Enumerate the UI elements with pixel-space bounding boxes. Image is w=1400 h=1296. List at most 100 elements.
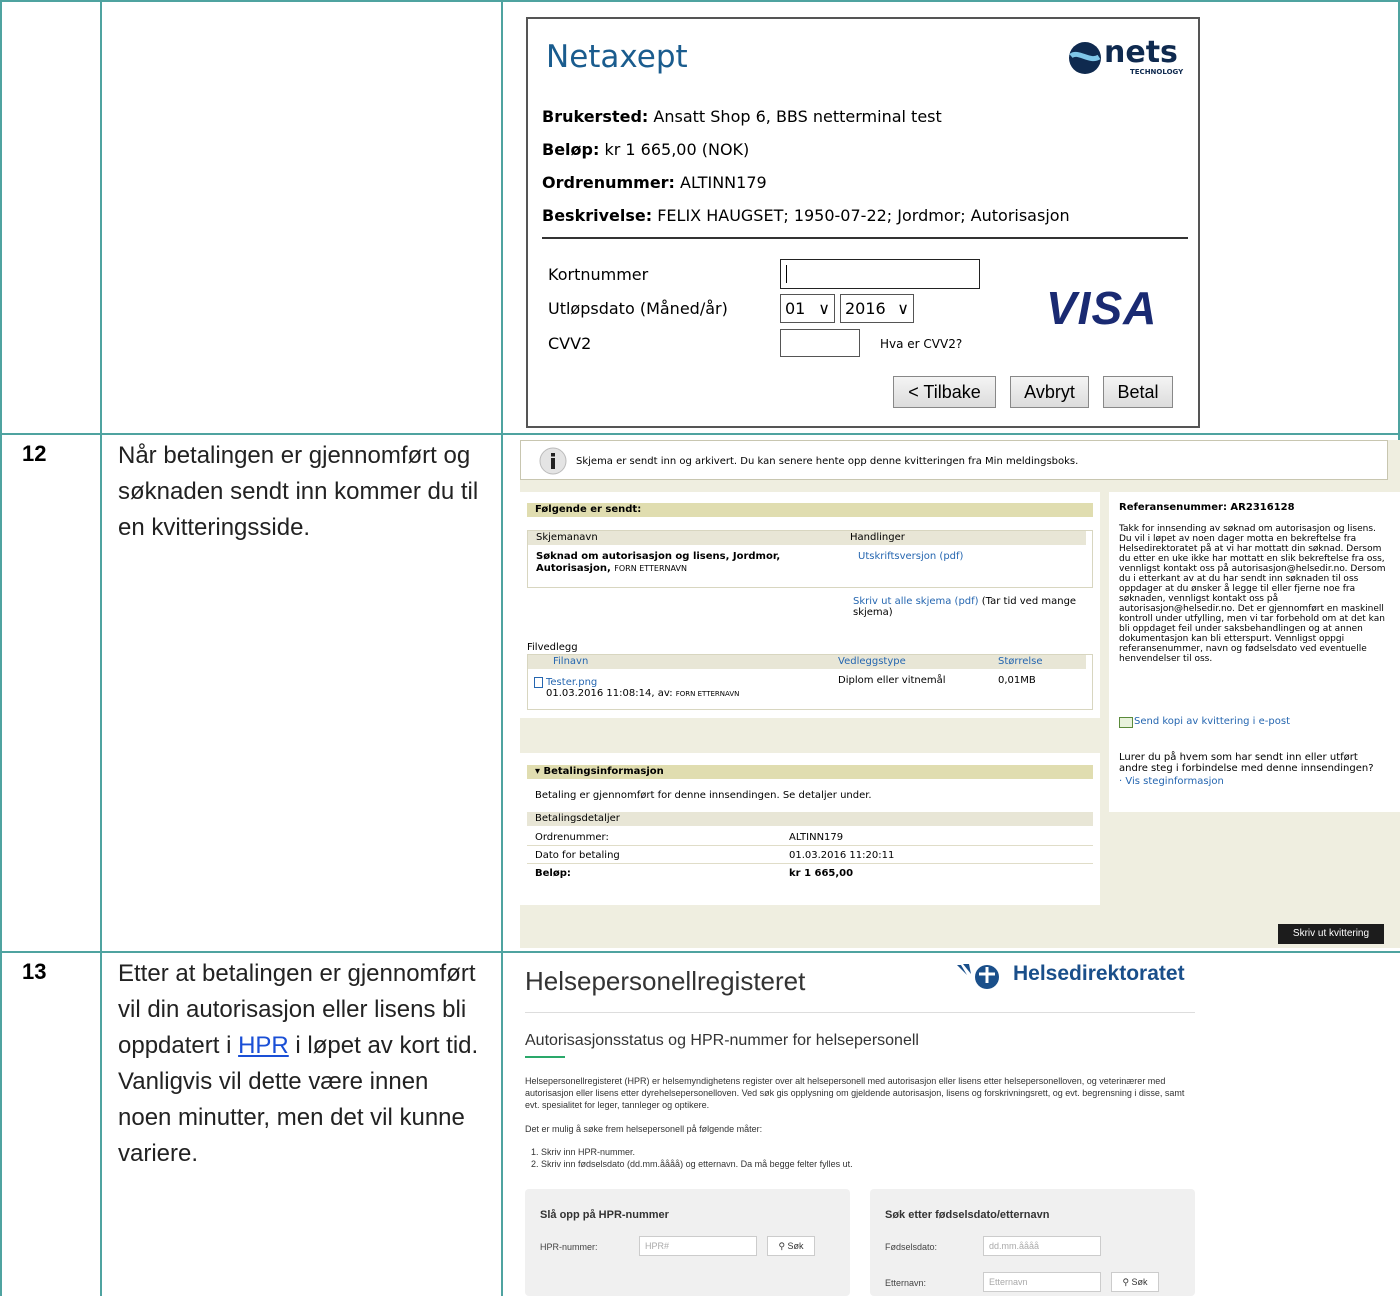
beskrivelse: Beskrivelse: FELIX HAUGSET; 1950-07-22; … [542, 206, 1070, 225]
reference-box: Referansenummer: AR2316128 Takk for inns… [1109, 492, 1400, 812]
panel-title: Slå opp på HPR-nummer [540, 1209, 669, 1221]
payment-text: Betaling er gjennomført for denne innsen… [535, 790, 872, 801]
dob-input[interactable]: dd.mm.åååå [983, 1236, 1101, 1256]
payment-info-box: ▾ Betalingsinformasjon Betaling er gjenn… [520, 753, 1100, 905]
table-border [0, 433, 1400, 435]
back-button[interactable]: < Tilbake [893, 376, 996, 408]
file-size: 0,01MB [998, 675, 1036, 686]
cvv-input[interactable] [780, 329, 860, 357]
utlopsdato-label: Utløpsdato (Måned/år) [548, 299, 728, 318]
netaxept-payment-form: Netaxept nets TECHNOLOGY Brukersted: Ans… [526, 17, 1200, 428]
ordrenummer-value: ALTINN179 [680, 173, 767, 192]
ordrenummer: Ordrenummer: ALTINN179 [542, 173, 767, 192]
row-divider [527, 845, 1093, 846]
print-all-link[interactable]: Skriv ut alle skjema (pdf) [853, 596, 979, 607]
chevron-down-icon: ∨ [818, 299, 830, 318]
col-type[interactable]: Vedleggstype [838, 655, 906, 669]
cvv-help-link[interactable]: Hva er CVV2? [880, 337, 962, 351]
payment-row-value: ALTINN179 [789, 832, 844, 843]
dob-label: Fødselsdato: [885, 1242, 938, 1252]
hpr-name-search-panel: Søk etter fødselsdato/etternavn Fødselsd… [870, 1189, 1195, 1296]
helsedirektoratet-logo: Helsedirektoratet [955, 960, 1205, 992]
attachments-header: Filnavn Vedleggstype Størrelse [528, 655, 1086, 669]
sent-forms-box: Følgende er sendt: Skjemanavn Handlinger… [520, 492, 1100, 718]
hpr-number-input[interactable]: HPR# [639, 1236, 757, 1256]
table-border [100, 0, 102, 1296]
cvv-label: CVV2 [548, 334, 592, 353]
hpr-paragraph: Helsepersonellregisteret (HPR) er helsem… [525, 1076, 1185, 1110]
lurer-text: Lurer du på hvem som har sendt inn eller… [1119, 752, 1374, 774]
hpr-page-title: Helsepersonellregisteret [525, 966, 806, 996]
payment-details-header: Betalingsdetaljer [527, 812, 1093, 826]
divider [542, 237, 1188, 239]
hpr-subtitle: Autorisasjonsstatus og HPR-nummer for he… [525, 1032, 919, 1049]
col-size[interactable]: Størrelse [998, 655, 1043, 669]
schema-person: FORN ETTERNAVN [614, 564, 687, 573]
search-button[interactable]: ⚲ Søk [767, 1236, 815, 1256]
search-button[interactable]: ⚲ Søk [1111, 1272, 1159, 1292]
table-border [501, 0, 503, 1296]
sent-header: Følgende er sendt: [527, 503, 1093, 517]
pay-button[interactable]: Betal [1103, 376, 1173, 408]
info-icon [539, 447, 567, 475]
attachments-table: Filnavn Vedleggstype Størrelse Tester.pn… [527, 654, 1093, 710]
payment-row-value: 01.03.2016 11:20:11 [789, 850, 895, 861]
schema-name: Søknad om autorisasjon og lisens, Jordmo… [536, 551, 806, 575]
netaxept-title: Netaxept [546, 39, 688, 75]
cancel-button[interactable]: Avbryt [1010, 376, 1089, 408]
col-schema: Skjemanavn [536, 532, 598, 543]
col-file[interactable]: Filnavn [553, 656, 588, 667]
reference-title: Referansenummer: AR2316128 [1119, 502, 1295, 513]
table-border [0, 951, 1400, 953]
hpr-link[interactable]: HPR [238, 1032, 289, 1059]
search-icon: ⚲ [1122, 1277, 1130, 1287]
belop: Beløp: kr 1 665,00 (NOK) [542, 140, 749, 159]
file-meta: 01.03.2016 11:08:14, av: FORN ETTERNAVN [546, 688, 739, 699]
surname-input[interactable]: Etternavn [983, 1272, 1101, 1292]
schema-table-header: Skjemanavn Handlinger [528, 531, 1086, 545]
belop-label: Beløp: [542, 140, 600, 159]
month-select[interactable]: 01 ∨ [780, 294, 835, 323]
nets-logo-sub: TECHNOLOGY [1130, 68, 1184, 76]
file-name-link[interactable]: Tester.png [546, 677, 597, 688]
brukersted-value: Ansatt Shop 6, BBS netterminal test [653, 107, 942, 126]
email-icon [1119, 717, 1133, 728]
nets-logo-text: nets [1104, 35, 1178, 70]
card-number-input[interactable] [780, 259, 980, 289]
ordrenummer-label: Ordrenummer: [542, 173, 675, 192]
beskrivelse-label: Beskrivelse: [542, 206, 653, 225]
panel-title: Søk etter fødselsdato/etternavn [885, 1209, 1050, 1221]
schema-table: Skjemanavn Handlinger Søknad om autorisa… [527, 530, 1093, 588]
belop-value: kr 1 665,00 (NOK) [604, 140, 750, 159]
hpr-number-label: HPR-nummer: [540, 1242, 598, 1252]
payment-row-label: Ordrenummer: [535, 832, 609, 843]
send-copy-link[interactable]: Send kopi av kvittering i e-post [1134, 716, 1290, 727]
helsedirektoratet-logo-icon [957, 964, 999, 989]
chevron-down-icon: ∨ [897, 299, 909, 318]
list-bullet-icon: ‧ [1119, 776, 1123, 787]
file-icon [534, 677, 543, 688]
print-receipt-button[interactable]: Skriv ut kvittering [1278, 924, 1384, 944]
payment-row-label: Beløp: [535, 868, 571, 879]
nets-logo-icon [1069, 42, 1101, 74]
beskrivelse-value: FELIX HAUGSET; 1950-07-22; Jordmor; Auto… [657, 206, 1070, 225]
month-value: 01 [785, 299, 806, 318]
vis-steg-text: Vis steginformasjon [1125, 776, 1224, 787]
print-version-link[interactable]: Utskriftsversjon (pdf) [858, 551, 963, 562]
vis-steg-link[interactable]: ‧ Vis steginformasjon [1119, 776, 1224, 787]
file-meta-text: 01.03.2016 11:08:14, av: [546, 688, 673, 699]
helsedirektoratet-logo-text: Helsedirektoratet [1013, 962, 1185, 985]
row-divider [527, 863, 1093, 864]
receipt-page: Skjema er sendt inn og arkivert. Du kan … [520, 440, 1400, 948]
step-number: 13 [22, 959, 47, 984]
print-all: Skriv ut alle skjema (pdf) (Tar tid ved … [853, 596, 1093, 618]
brukersted-label: Brukersted: [542, 107, 649, 126]
search-label: Søk [787, 1241, 804, 1251]
year-value: 2016 [845, 299, 886, 318]
payment-header[interactable]: ▾ Betalingsinformasjon [527, 765, 1093, 779]
year-select[interactable]: 2016 ∨ [840, 294, 914, 323]
kortnummer-label: Kortnummer [548, 265, 649, 284]
payment-row-label: Dato for betaling [535, 850, 620, 861]
hpr-lookup-panel: Slå opp på HPR-nummer HPR-nummer: HPR# ⚲… [525, 1189, 850, 1296]
payment-row-value: kr 1 665,00 [789, 868, 854, 879]
